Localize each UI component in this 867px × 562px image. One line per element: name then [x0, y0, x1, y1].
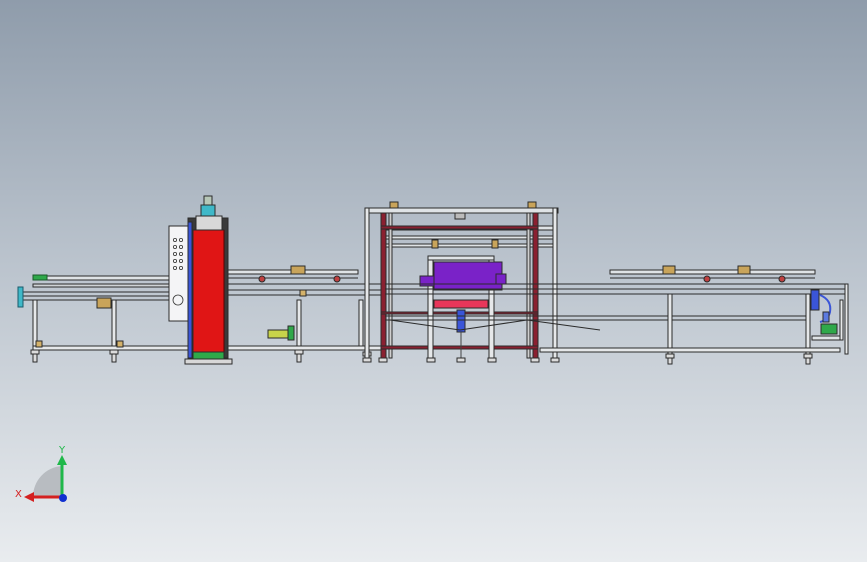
cad-viewport[interactable]: Y X	[0, 0, 867, 562]
z-axis-dot	[59, 494, 67, 502]
y-axis-arrowhead	[57, 455, 67, 465]
vertical-lift-unit	[168, 195, 233, 365]
left-conveyor	[17, 274, 189, 363]
x-axis-arrowhead	[24, 492, 34, 502]
right-end-unit	[810, 289, 844, 341]
x-axis-label: X	[15, 489, 22, 500]
triad-plane	[32, 466, 62, 497]
coordinate-triad: Y X	[15, 445, 67, 502]
y-axis-label: Y	[58, 445, 66, 456]
middle-conveyor	[227, 265, 386, 363]
press-frame	[362, 201, 560, 363]
